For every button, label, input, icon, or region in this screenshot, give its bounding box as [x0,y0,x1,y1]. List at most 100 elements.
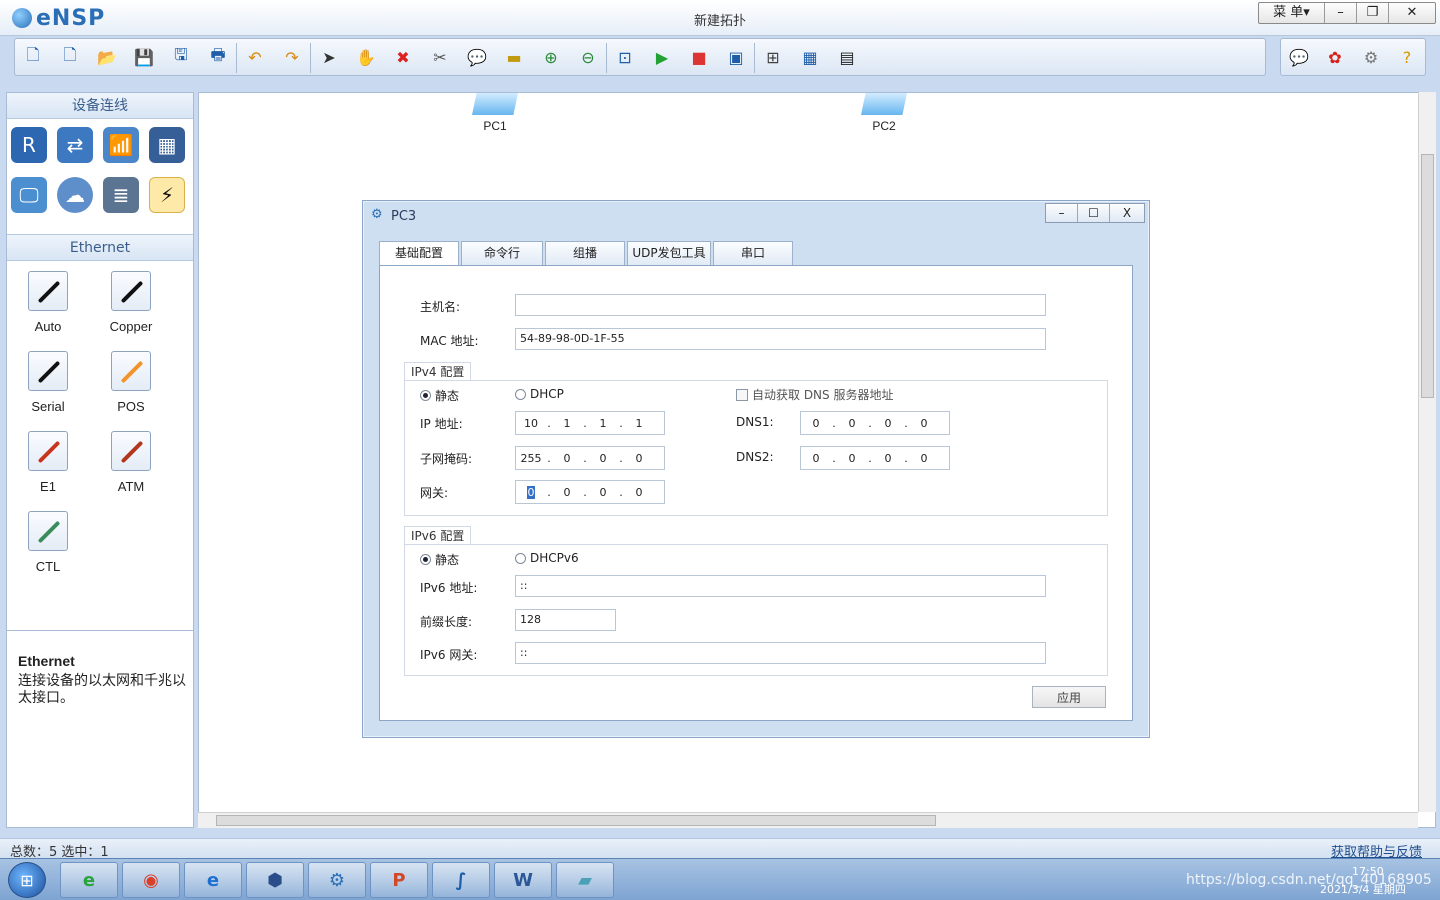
screenshot-icon[interactable]: ▤ [835,46,859,68]
apply-button[interactable]: 应用 [1032,686,1106,708]
delete-icon[interactable]: ✖ [391,46,415,68]
firewall-icon[interactable]: ▦ [149,127,185,163]
cable-serial[interactable]: Serial [18,351,78,414]
vertical-scroll-thumb[interactable] [1421,154,1434,398]
360-browser-icon[interactable]: e [60,862,118,898]
pc-icon[interactable]: 🖵 [11,177,47,213]
wlan-icon[interactable]: 📶 [103,127,139,163]
tab-serial[interactable]: 串口 [713,241,793,265]
mac-label: MAC 地址: [420,334,479,348]
ipv4-dhcp-radio[interactable]: DHCP [515,387,564,401]
cable-e1-line [37,440,61,464]
text-icon[interactable]: 💬 [465,46,489,68]
tab-basic-config[interactable]: 基础配置 [379,241,459,265]
dns2-input[interactable]: 0.0.0.0 [800,446,950,470]
cloud-icon[interactable]: ☁ [57,177,93,213]
cable-pos[interactable]: POS [101,351,161,414]
help-icon[interactable]: ? [1395,46,1419,68]
cable-copper[interactable]: Copper [101,271,161,334]
ensp-icon[interactable]: ⚙ [308,862,366,898]
powerpoint-icon[interactable]: P [370,862,428,898]
fit-window-icon[interactable]: ⊡ [613,46,637,68]
cable-ctl[interactable]: CTL [18,511,78,574]
pc2-node[interactable]: PC2 [854,93,914,133]
chrome-icon[interactable]: ◉ [122,862,180,898]
switch-icon[interactable]: ⇄ [57,127,93,163]
gateway-input[interactable]: 0.0.0.0 [515,480,665,504]
toolbar-divider [236,43,237,73]
settings-icon[interactable]: ⚙ [1359,46,1383,68]
open-icon[interactable]: 📂 [95,46,119,68]
cable-ctl-line [37,520,61,544]
new-test-icon[interactable]: 🗋 [58,45,82,68]
ipv4-static-radio[interactable]: 静态 [420,387,459,404]
windows-taskbar: ⊞ e ◉ e ⬢ ⚙ P ∫ W ▰ https://blog.csdn.ne… [0,858,1440,900]
horizontal-scrollbar[interactable] [198,812,1418,828]
tab-udp-tool[interactable]: UDP发包工具 [627,241,711,265]
other-device-icon[interactable]: ≣ [103,177,139,213]
zoom-out-icon[interactable]: ⊖ [576,46,600,68]
radio-selected-icon [420,390,431,401]
dialog-minimize-icon[interactable]: – [1046,204,1078,222]
save-icon[interactable]: 💾 [132,46,156,68]
clock-time[interactable]: 17:50 [1352,865,1384,878]
windows-start-icon[interactable]: ⊞ [8,862,46,898]
device-category-grid: R ⇄ 📶 ▦ 🖵 ☁ ≣ ⚡ [7,119,193,235]
cable-icon[interactable]: ⚡ [149,177,185,213]
delete-link-icon[interactable]: ✂ [428,46,452,68]
undo-icon[interactable]: ↶ [243,46,267,68]
mac-input[interactable]: 54-89-98-0D-1F-55 [515,328,1046,350]
dialog-tabs: 基础配置 命令行 组播 UDP发包工具 串口 [379,241,795,265]
close-icon[interactable]: ✕ [1389,3,1435,23]
cable-serial-line [37,360,61,384]
zoom-in-icon[interactable]: ⊕ [539,46,563,68]
grid-icon[interactable]: ▦ [798,46,822,68]
wireshark-icon[interactable]: ∫ [432,862,490,898]
horizontal-scroll-thumb[interactable] [216,815,936,826]
ie-icon[interactable]: e [184,862,242,898]
word-icon[interactable]: W [494,862,552,898]
cable-e1[interactable]: E1 [18,431,78,494]
prefix-length-input[interactable]: 128 [515,609,616,631]
dialog-close-icon[interactable]: X [1110,204,1144,222]
notebook-icon[interactable]: ▰ [556,862,614,898]
cable-atm[interactable]: ATM [101,431,161,494]
start-device-icon[interactable]: ▶ [650,46,674,68]
tab-command-line[interactable]: 命令行 [461,241,543,265]
ip-address-input[interactable]: 10. 1. 1. 1 [515,411,665,435]
pc1-node[interactable]: PC1 [465,93,525,133]
save-as-icon[interactable]: 🖫 [169,45,193,68]
cable-section-title: Ethernet [7,235,193,261]
ipv6-gateway-input[interactable]: :: [515,642,1046,664]
tab-multicast[interactable]: 组播 [545,241,625,265]
clock-date[interactable]: 2021/3/4 星期四 [1320,881,1406,897]
redo-icon[interactable]: ↷ [280,46,304,68]
minimize-icon[interactable]: – [1325,3,1357,23]
pan-hand-icon[interactable]: ✋ [354,46,378,68]
huawei-logo-icon[interactable]: ✿ [1323,46,1347,68]
restore-icon[interactable]: ❐ [1357,3,1389,23]
hostname-input[interactable] [515,294,1046,316]
select-icon[interactable]: ➤ [317,46,341,68]
router-icon[interactable]: R [11,127,47,163]
ipv6-address-label: IPv6 地址: [420,581,478,595]
virtualbox-icon[interactable]: ⬢ [246,862,304,898]
auto-dns-checkbox[interactable]: 自动获取 DNS 服务器地址 [736,386,893,403]
chat-icon[interactable]: 💬 [1287,46,1311,68]
capture-icon[interactable]: ▣ [724,46,748,68]
ipv6-dhcp-radio[interactable]: DHCPv6 [515,551,579,565]
rectangle-icon[interactable]: ▬ [502,46,526,68]
new-topology-icon[interactable]: 🗋 [21,45,45,68]
menu-button[interactable]: 菜 单▾ [1259,3,1325,23]
vertical-scrollbar[interactable] [1418,92,1436,812]
title-bar: eNSP 新建拓扑 菜 单▾ – ❐ ✕ [0,0,1440,36]
dialog-maximize-icon[interactable]: ☐ [1078,204,1110,222]
subnet-mask-input[interactable]: 255. 0. 0. 0 [515,446,665,470]
ipv6-address-input[interactable]: :: [515,575,1046,597]
cable-auto[interactable]: Auto [18,271,78,334]
stop-device-icon[interactable]: ■ [687,46,711,68]
topology-icon[interactable]: ⊞ [761,46,785,68]
print-icon[interactable]: 🖶 [206,45,230,68]
dns1-input[interactable]: 0.0.0.0 [800,411,950,435]
ipv6-static-radio[interactable]: 静态 [420,551,459,568]
